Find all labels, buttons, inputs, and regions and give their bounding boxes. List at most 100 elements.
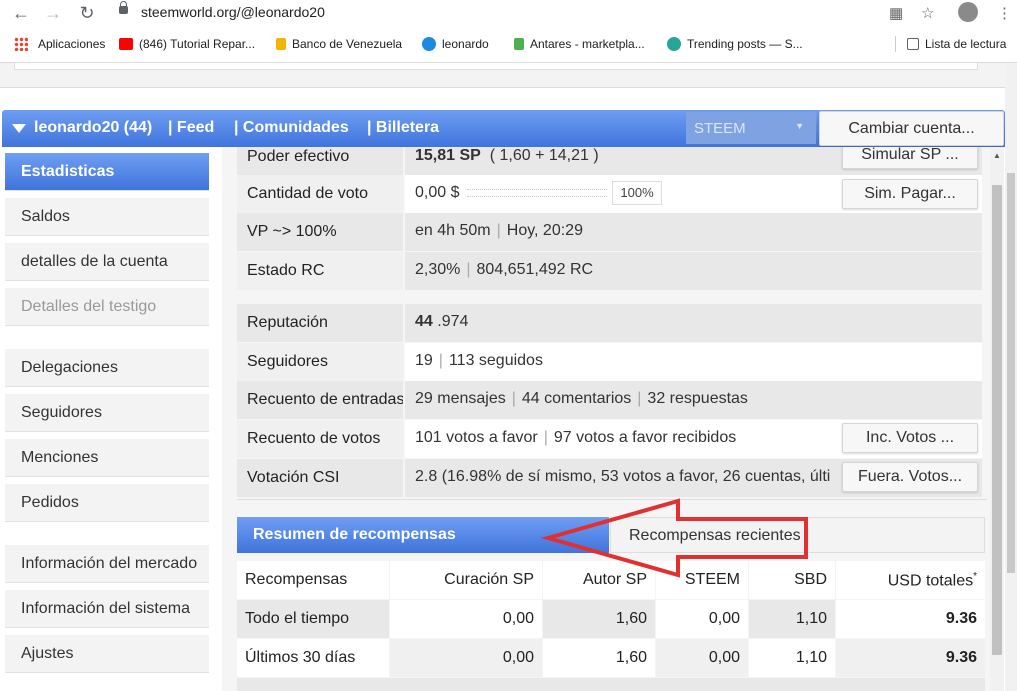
row-label: Poder efectivo [237,147,403,176]
sidebar-item-delegaciones[interactable]: Delegaciones [5,349,209,387]
main-content: Poder efectivo 15,81 SP ( 1,60 + 14,21 )… [222,147,990,691]
separator: | [496,222,501,239]
caret-down-icon[interactable] [12,124,26,133]
reload-icon[interactable]: ↻ [76,2,98,24]
separator: | [543,429,548,446]
table-row-partial [237,678,985,691]
col-usd-footnote-mark: * [973,571,977,582]
row-value: en 4h 50m | Hoy, 20:29 [405,213,982,251]
inner-scroll-thumb[interactable] [992,185,1002,655]
bookmark-label: Trending posts — S... [687,37,803,51]
sidebar-item-info-mercado[interactable]: Información del mercado [5,545,209,583]
sidebar: Estadisticas Saldos detalles de la cuent… [0,147,222,691]
scroll-up-icon[interactable]: ▲ [993,151,1001,160]
row-value: 19 | 113 seguidos [405,343,982,381]
bookmark-label: Antares - marketpla... [530,37,645,51]
row-reputacion: Reputación 44 .974 [237,304,982,342]
separator: | [438,352,443,369]
row-entradas: Recuento de entradas 29 mensajes | 44 come… [237,381,982,419]
poder-value: 15,81 SP [415,147,481,164]
bookmark-label: (846) Tutorial Repar... [139,37,256,51]
bookmark-label: leonardo [442,37,489,51]
table-row: Todo el tiempo 0,00 1,60 0,00 1,10 9.36 [237,600,985,638]
account-name[interactable]: leonardo20 (44) [34,119,152,137]
row-label: Estado RC [237,252,403,290]
csi-value: 2.8 [415,468,438,485]
top-panel-edge [14,63,978,70]
bank-icon [276,38,286,50]
vote-weight-slider[interactable] [467,188,608,197]
row-label: VP ~> 100% [237,213,403,251]
col-recompensas: Recompensas [237,561,389,599]
bookmark-antares[interactable]: Antares - marketpla... [514,37,645,51]
annotation-arrow [540,498,808,578]
entradas-comments: 44 comentarios [521,390,632,407]
sidebar-item-detalles-cuenta[interactable]: detalles de la cuenta [5,243,209,281]
page-top-strip [0,63,1005,88]
sidebar-item-info-sistema[interactable]: Información del sistema [5,590,209,628]
rc-value: 804,651,492 RC [476,261,594,278]
vp-when: Hoy, 20:29 [506,222,583,239]
change-account-button[interactable]: Cambiar cuenta... [819,111,1004,146]
row-value: 29 mensajes | 44 comentarios | 32 respuestas [405,381,982,419]
menu-icon[interactable]: ⋮ [997,4,1012,22]
row-estado-rc: Estado RC 2,30% | 804,651,492 RC [237,252,982,290]
fuera-votos-button[interactable]: Fuera. Votos... [842,462,978,492]
row-label: Recuento de votos [237,420,403,458]
apps-icon[interactable] [14,37,28,51]
row-label: Todo el tiempo [237,600,389,638]
separator: | [511,390,516,407]
back-icon[interactable]: ← [10,2,32,24]
cell-steem: 0,00 [656,600,748,638]
reading-list-label: Lista de lectura [925,37,1007,51]
sidebar-item-saldos[interactable]: Saldos [5,198,209,236]
cell-steem: 0,00 [656,639,748,677]
col-usd-totales: USD totales* [836,561,985,599]
separator: | [466,261,471,278]
seg-count: 19 [415,352,433,369]
sidebar-item-menciones[interactable]: Menciones [5,439,209,477]
profile-icon[interactable] [958,2,978,22]
translate-icon[interactable]: ▦ [889,4,903,22]
link-comunidades[interactable]: | Comunidades [234,119,349,137]
star-icon[interactable]: ☆ [921,4,934,22]
reading-list-icon [907,38,919,50]
address-bar[interactable]: steemworld.org/@leonardo20 [141,4,325,20]
seg-following: 113 seguidos [448,352,543,369]
link-billetera[interactable]: | Billetera [367,119,439,137]
cell-autor: 1,60 [543,639,655,677]
rep-dec: .974 [437,313,469,330]
bookmark-trending[interactable]: Trending posts — S... [667,37,803,51]
table-row: Últimos 30 días 0,00 1,60 0,00 1,10 9.36 [237,639,985,677]
page-scrollbar[interactable] [1005,63,1017,691]
sidebar-item-seguidores[interactable]: Seguidores [5,394,209,432]
row-label: Votación CSI [237,459,403,497]
row-label: Recuento de entradas [237,381,403,419]
cell-usd: 9.36 [836,639,985,677]
col-usd-label: USD totales [887,572,974,590]
entradas-posts: 29 mensajes [415,390,506,407]
sidebar-item-estadisticas[interactable]: Estadisticas [5,153,209,191]
currency-select[interactable]: STEEM ▼ [686,112,816,144]
youtube-icon [119,38,133,50]
csi-detail: (16.98% de sí mismo, 53 votos a favor, 2… [441,468,831,485]
sidebar-item-pedidos[interactable]: Pedidos [5,484,209,522]
inc-votos-button[interactable]: Inc. Votos ... [842,423,978,453]
link-feed[interactable]: | Feed [168,119,214,137]
bookmark-youtube[interactable]: (846) Tutorial Repar... [119,37,255,51]
bookmark-banco[interactable]: Banco de Venezuela [276,37,402,51]
row-label: Reputación [237,304,403,342]
bookmark-apps[interactable]: Aplicaciones [38,37,105,51]
cell-usd: 9.36 [836,600,985,638]
bookmark-leonardo[interactable]: leonardo [422,37,489,51]
forward-icon[interactable]: → [42,2,64,24]
inner-scrollbar[interactable]: ▲ [990,147,1004,691]
row-value: 44 .974 [405,304,982,342]
chevron-down-icon: ▼ [795,121,804,131]
lock-icon [119,1,128,14]
page-scroll-thumb[interactable] [1007,173,1015,573]
reading-list[interactable]: Lista de lectura [907,37,1006,51]
sim-pagar-button[interactable]: Sim. Pagar... [842,179,978,209]
simular-sp-button[interactable]: Simular SP ... [842,147,978,169]
sidebar-item-ajustes[interactable]: Ajustes [5,635,209,673]
